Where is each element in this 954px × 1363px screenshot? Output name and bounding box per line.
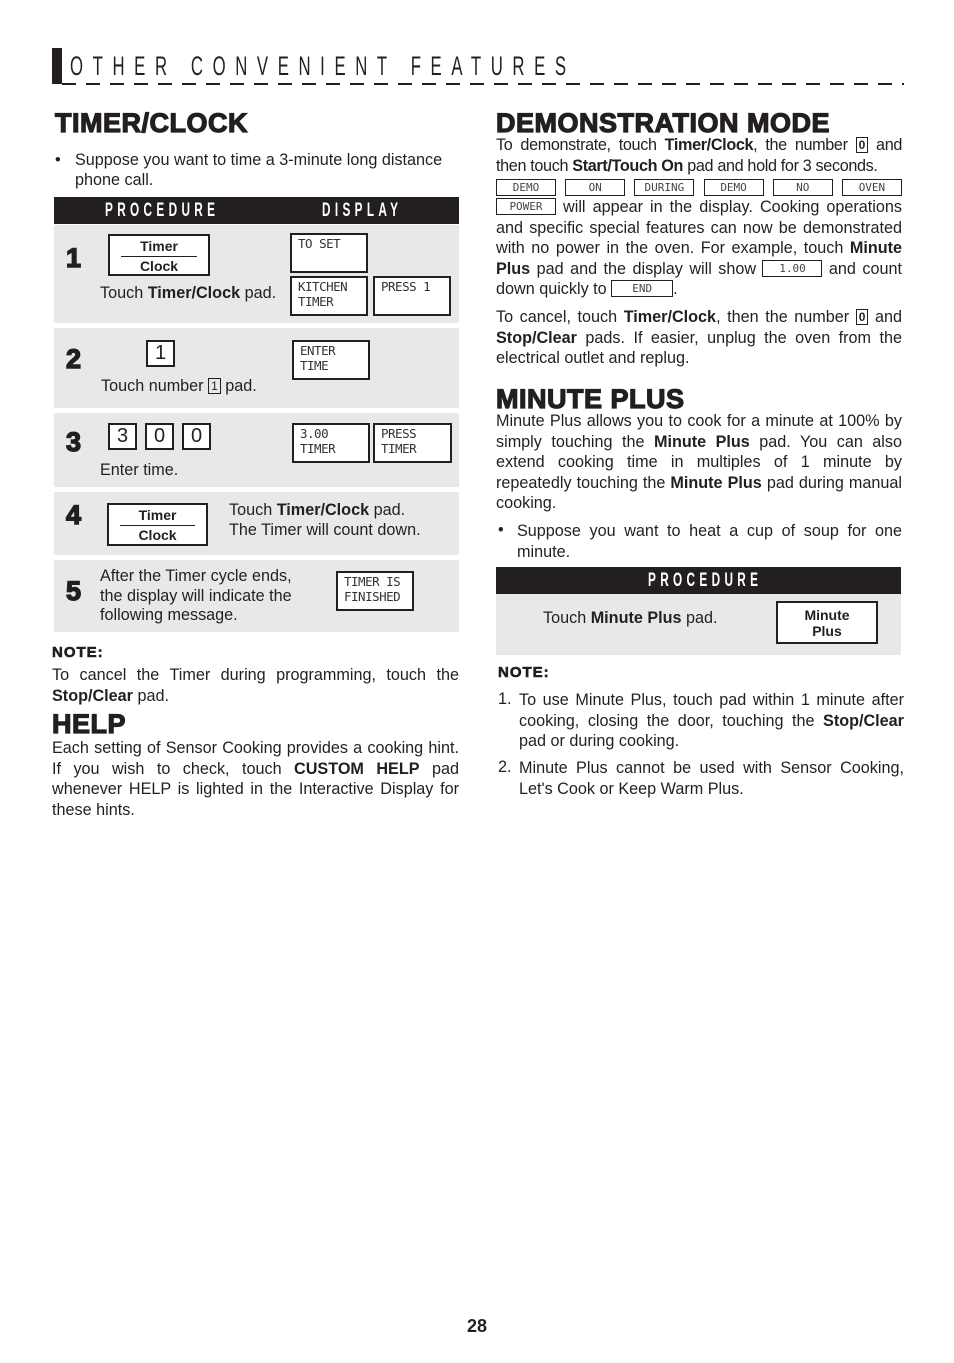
minute-plus-table-header: PROCEDURE <box>496 567 901 594</box>
display-enter-time: ENTER TIME <box>292 340 370 380</box>
inline-key-1: 1 <box>208 378 221 394</box>
minute-plus-bullet-text: Suppose you want to heat a cup of soup f… <box>517 522 902 561</box>
timer-clock-pad[interactable]: Timer Clock <box>107 503 208 546</box>
step-number: 5 <box>65 575 82 606</box>
minute-plus-pad[interactable]: Minute Plus <box>776 601 878 644</box>
display-kitchen-timer: KITCHEN TIMER <box>290 276 368 316</box>
display-header: DISPLAY <box>322 200 403 221</box>
demo-display-sequence: DEMO ON DURING DEMO NO OVEN <box>496 178 902 196</box>
page-title: OTHER CONVENIENT FEATURES <box>70 51 576 81</box>
display-3-00-timer: 3.00 TIMER <box>292 423 370 463</box>
display-on: ON <box>565 179 626 196</box>
inline-key-0: 0 <box>855 309 869 325</box>
step-1: 1 Timer Clock Touch Timer/Clock pad. TO … <box>54 225 459 323</box>
demo-paragraph-1: To demonstrate, touch Timer/Clock, the n… <box>496 136 902 175</box>
display-press-timer: PRESS TIMER <box>373 423 452 463</box>
step-instruction: Touch Timer/Clock pad. The Timer will co… <box>229 501 421 539</box>
procedure-header: PROCEDURE <box>105 200 220 221</box>
note-number: 1. <box>498 690 512 708</box>
display-end: END <box>611 280 674 297</box>
display-demo: DEMO <box>703 179 764 196</box>
minute-plus-step: Touch Minute Plus pad. Minute Plus <box>496 594 901 655</box>
timer-bullet-text: Suppose you want to time a 3-minute long… <box>75 151 443 189</box>
header-bar <box>52 48 62 84</box>
number-3-key[interactable]: 3 <box>108 423 137 450</box>
pad-label-top: Timer <box>138 507 177 523</box>
display-press-1: PRESS 1 <box>373 276 451 316</box>
step-number: 2 <box>65 343 82 374</box>
note-item-1: To use Minute Plus, touch pad within 1 m… <box>519 691 904 750</box>
number-0-key[interactable]: 0 <box>145 423 174 450</box>
pad-label-bottom: Plus <box>812 623 842 639</box>
step-3: 3 3 0 0 Enter time. 3.00 TIMER PRESS TIM… <box>54 413 459 487</box>
timer-table-header: PROCEDURE DISPLAY <box>54 197 459 224</box>
minute-plus-note-heading: NOTE: <box>498 664 550 682</box>
display-demo: DEMO <box>496 179 556 196</box>
minute-plus-paragraph: Minute Plus allows you to cook for a min… <box>496 412 902 512</box>
number-1-key[interactable]: 1 <box>146 340 175 367</box>
step-number: 4 <box>65 499 82 530</box>
demo-paragraph-3: To cancel, touch Timer/Clock, then the n… <box>496 308 902 367</box>
timer-note-text: To cancel the Timer during programming, … <box>52 666 459 705</box>
procedure-header: PROCEDURE <box>648 570 763 591</box>
pad-label-top: Minute <box>804 607 850 623</box>
step-5: 5 After the Timer cycle ends, the displa… <box>54 560 459 632</box>
step-number: 3 <box>65 426 82 457</box>
display-timer-finished: TIMER IS FINISHED <box>336 571 414 611</box>
step-instruction: Touch number 1 pad. <box>101 377 257 395</box>
note-item-2: Minute Plus cannot be used with Sensor C… <box>519 759 904 798</box>
display-during: DURING <box>634 179 695 196</box>
pad-label-bottom: Clock <box>138 527 177 543</box>
step-instruction: Touch Minute Plus pad. <box>543 609 718 627</box>
step-instruction: After the Timer cycle ends, the display … <box>100 567 292 624</box>
bullet-dot: • <box>55 151 61 169</box>
display-no: NO <box>772 179 833 196</box>
display-power: POWER <box>496 198 556 215</box>
page-number: 28 <box>466 1316 488 1336</box>
help-text: Each setting of Sensor Cooking provides … <box>52 739 459 819</box>
note-number: 2. <box>498 758 512 776</box>
step-instruction: Touch Timer/Clock pad. <box>100 284 277 302</box>
timer-clock-pad[interactable]: Timer Clock <box>108 234 210 276</box>
demo-paragraph-2: POWER will appear in the display. Cookin… <box>496 198 902 298</box>
pad-label-top: Timer <box>140 238 178 254</box>
header-dashed-rule <box>62 83 904 85</box>
display-1-00: 1.00 <box>762 259 823 277</box>
step-number: 1 <box>65 242 82 273</box>
minute-plus-heading: MINUTE PLUS <box>495 383 685 414</box>
display-to-set: TO SET <box>290 233 368 273</box>
timer-note-heading: NOTE: <box>52 644 104 662</box>
step-2: 2 1 Touch number 1 pad. ENTER TIME <box>54 328 459 408</box>
demo-mode-heading: DEMONSTRATION MODE <box>495 107 830 138</box>
bullet-dot: • <box>498 521 504 539</box>
number-0-key[interactable]: 0 <box>182 423 211 450</box>
timer-clock-heading: TIMER/CLOCK <box>54 107 248 138</box>
step-4: 4 Timer Clock Touch Timer/Clock pad. The… <box>54 492 459 555</box>
inline-key-0: 0 <box>855 137 868 153</box>
step-instruction: Enter time. <box>100 461 179 479</box>
pad-label-bottom: Clock <box>139 258 179 274</box>
help-heading: HELP <box>51 708 127 739</box>
display-oven: OVEN <box>841 179 902 196</box>
